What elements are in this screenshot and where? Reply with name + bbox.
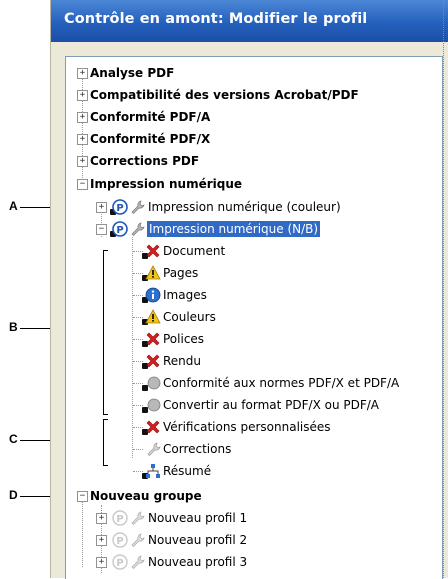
- expand-plus-icon[interactable]: +: [96, 513, 107, 524]
- expand-plus-icon[interactable]: +: [96, 557, 107, 568]
- tree-connector: [133, 251, 143, 252]
- preflight-profile-p-icon: P: [112, 199, 128, 215]
- preflight-profile-p-icon: P: [112, 532, 128, 548]
- expand-plus-icon[interactable]: +: [77, 68, 88, 79]
- tree-profile-label: Impression numérique (couleur): [148, 200, 341, 214]
- tree-check-label: Vérifications personnalisées: [163, 420, 331, 434]
- preflight-profile-p-icon: P: [112, 510, 128, 526]
- tree-connector: [132, 237, 133, 458]
- tree-connector: [133, 405, 143, 406]
- tree-group-label: Analyse PDF: [90, 66, 175, 80]
- wrench-icon: [131, 222, 145, 236]
- preflight-profile-p-icon: P: [112, 554, 128, 570]
- tree-profile-label: Nouveau profil 2: [148, 533, 248, 547]
- tree-check-label: Corrections: [163, 442, 232, 456]
- callout-b: B: [9, 320, 18, 334]
- expand-plus-icon[interactable]: +: [77, 112, 88, 123]
- tree-check-label: Document: [163, 244, 226, 258]
- tree-group-label: Corrections PDF: [90, 154, 200, 168]
- callout-d: D: [9, 488, 18, 502]
- wrench-icon: [131, 511, 145, 525]
- tree-check-label: Résumé: [163, 464, 212, 478]
- tree-group-label: Conformité PDF/A: [90, 110, 211, 124]
- svg-text:P: P: [116, 558, 123, 569]
- svg-text:P: P: [116, 203, 123, 214]
- expand-plus-icon[interactable]: +: [77, 134, 88, 145]
- tree-group-label: Impression numérique: [90, 177, 243, 191]
- tree-group-label: Compatibilité des versions Acrobat/PDF: [90, 88, 359, 102]
- tree-connector: [133, 339, 143, 340]
- wrench-icon: [131, 533, 145, 547]
- collapse-minus-icon[interactable]: −: [77, 179, 88, 190]
- tree-connector: [133, 361, 143, 362]
- wrench-icon: [131, 200, 145, 214]
- callout-b-bracket: [103, 250, 108, 415]
- expand-plus-icon[interactable]: +: [96, 535, 107, 546]
- tree-group-label: Conformité PDF/X: [90, 132, 211, 146]
- tree-connector: [133, 427, 143, 428]
- tree-profile-label-selected: Impression numérique (N/B): [147, 221, 321, 237]
- tree-check-label: Images: [163, 288, 207, 302]
- wrench-icon: [131, 555, 145, 569]
- collapse-minus-icon[interactable]: −: [96, 224, 107, 235]
- tree-connector: [82, 497, 83, 567]
- profile-tree[interactable]: + Analyse PDF + Compatibilité des versio…: [65, 56, 443, 579]
- title-bar[interactable]: Contrôle en amont: Modifier le profil: [51, 0, 448, 42]
- tree-profile-label: Nouveau profil 3: [148, 555, 248, 569]
- collapse-minus-icon[interactable]: −: [77, 491, 88, 502]
- tree-connector: [133, 383, 143, 384]
- expand-plus-icon[interactable]: +: [77, 90, 88, 101]
- callout-c-bracket: [103, 419, 108, 466]
- tree-connector: [133, 295, 143, 296]
- tree-connector: [133, 273, 143, 274]
- tree-check-label: Polices: [163, 332, 205, 346]
- svg-text:P: P: [116, 514, 123, 525]
- tree-connector: [133, 317, 143, 318]
- preflight-edit-profile-window: Contrôle en amont: Modifier le profil + …: [50, 0, 448, 579]
- svg-text:P: P: [116, 225, 123, 236]
- tree-profile-label: Nouveau profil 1: [148, 511, 248, 525]
- tree-connector: [133, 449, 143, 450]
- tree-check-label: Pages: [163, 266, 199, 280]
- expand-plus-icon[interactable]: +: [96, 202, 107, 213]
- preflight-profile-p-icon: P: [112, 221, 128, 237]
- tree-check-label: Rendu: [163, 354, 202, 368]
- tree-check-label: Convertir au format PDF/X ou PDF/A: [163, 398, 380, 412]
- callout-c: C: [9, 432, 18, 446]
- tree-check-label: Couleurs: [163, 310, 216, 324]
- callout-a: A: [9, 199, 18, 213]
- svg-text:P: P: [116, 536, 123, 547]
- window-title: Contrôle en amont: Modifier le profil: [64, 11, 368, 27]
- tree-check-label: Conformité aux normes PDF/X et PDF/A: [163, 376, 400, 390]
- expand-plus-icon[interactable]: +: [77, 156, 88, 167]
- tree-group-label: Nouveau groupe: [90, 489, 202, 503]
- tree-connector: [133, 471, 143, 472]
